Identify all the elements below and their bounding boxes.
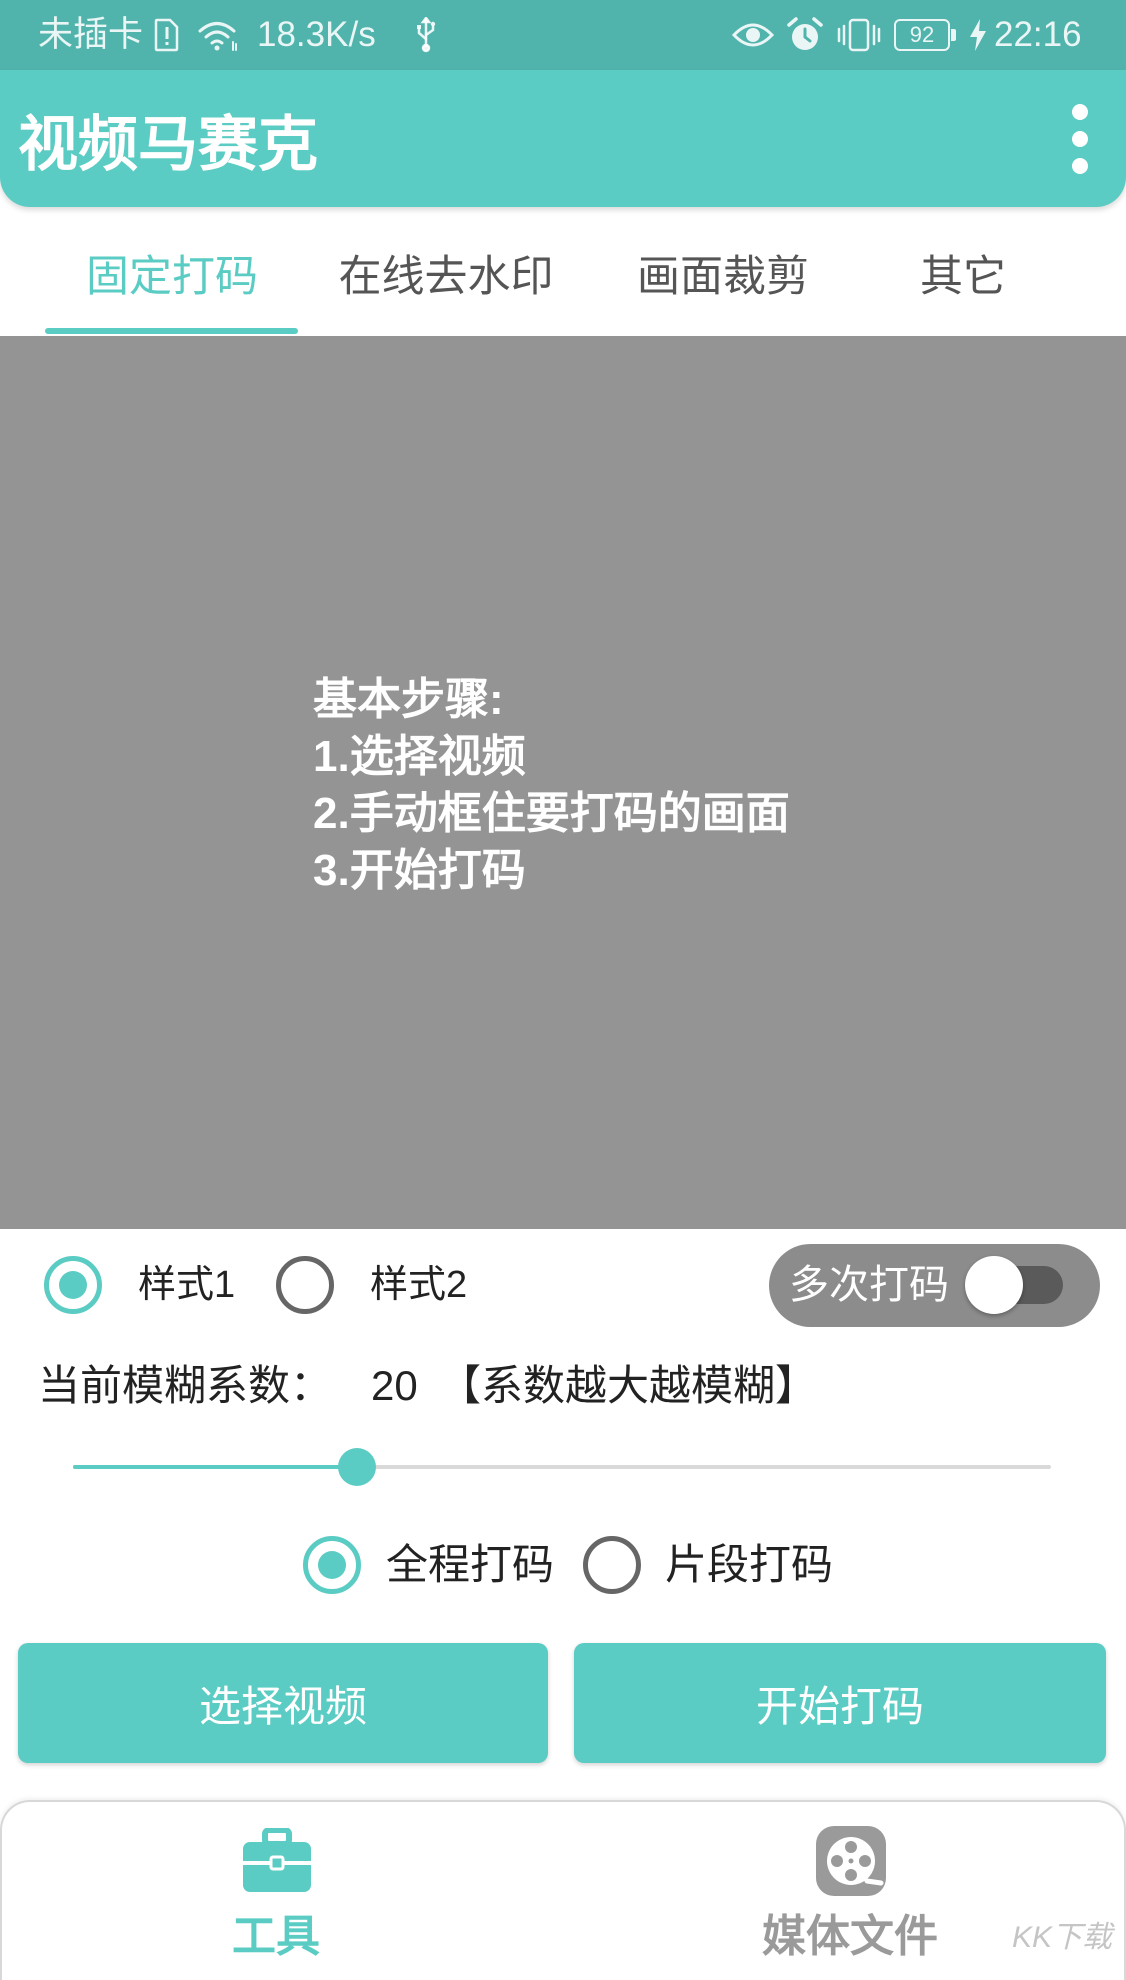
style-2-radio[interactable] (276, 1256, 334, 1314)
instruction-step: 1.选择视频 (313, 732, 526, 781)
instructions: 基本步骤: 1.选择视频 2.手动框住要打码的画面 3.开始打码 (313, 671, 790, 899)
video-preview-area[interactable]: 基本步骤: 1.选择视频 2.手动框住要打码的画面 3.开始打码 (0, 336, 1126, 1229)
select-video-button[interactable]: 选择视频 (18, 1643, 548, 1763)
style-2-label: 样式2 (370, 1264, 468, 1306)
instruction-step: 3.开始打码 (313, 846, 526, 895)
status-bar: 未插卡 18.3K/s 92 22:16 (0, 0, 1126, 70)
segment-label: 片段打码 (665, 1541, 834, 1588)
tab-indicator (45, 328, 298, 334)
blur-coefficient-value: 20 (371, 1362, 418, 1409)
tab-online-watermark-removal[interactable]: 在线去水印 (316, 207, 576, 339)
blur-coefficient-label: 当前模糊系数： (38, 1362, 333, 1409)
blur-slider[interactable] (73, 1445, 1051, 1489)
battery-level: 92 (894, 19, 950, 51)
vibrate-icon (836, 0, 882, 70)
blur-coefficient-hint: 【系数越大越模糊】 (439, 1362, 818, 1409)
clock-text: 22:16 (994, 15, 1082, 54)
start-mosaic-button[interactable]: 开始打码 (574, 1643, 1106, 1763)
wifi-icon (196, 0, 240, 70)
style-1-label: 样式1 (138, 1264, 236, 1306)
charging-icon (968, 0, 988, 70)
slider-fill (73, 1465, 357, 1469)
multi-mosaic-toggle[interactable]: 多次打码 (769, 1244, 1100, 1327)
usb-icon (414, 0, 438, 70)
app-bar: 视频马赛克 (0, 70, 1126, 207)
sim-card-icon (154, 0, 180, 70)
nav-item-tools[interactable]: 工具 (146, 1802, 406, 1968)
film-reel-icon (815, 1824, 887, 1898)
tab-fixed-mosaic[interactable]: 固定打码 (42, 207, 302, 339)
style-1-radio[interactable] (44, 1256, 102, 1314)
app-title: 视频马赛克 (18, 111, 318, 178)
tab-other[interactable]: 其它 (833, 207, 1093, 339)
network-speed-text: 18.3K/s (257, 15, 376, 54)
carrier-text: 未插卡 (38, 15, 144, 54)
nav-label-tools: 工具 (232, 1912, 320, 1961)
switch-thumb[interactable] (965, 1256, 1023, 1314)
bottom-navigation: 工具 媒体文件 (0, 1800, 1126, 1980)
nav-label-media-files: 媒体文件 (762, 1912, 938, 1961)
eye-icon (732, 0, 774, 70)
alarm-icon (786, 0, 824, 70)
slider-thumb[interactable] (338, 1448, 376, 1486)
watermark: KK下载 (1012, 1921, 1113, 1954)
instructions-title: 基本步骤: (313, 675, 504, 724)
more-vert-icon[interactable] (1060, 102, 1100, 178)
multi-mosaic-label: 多次打码 (789, 1263, 949, 1307)
full-video-radio[interactable] (303, 1536, 361, 1594)
segment-radio[interactable] (583, 1536, 641, 1594)
battery-icon: 92 (894, 0, 956, 70)
instruction-step: 2.手动框住要打码的画面 (313, 789, 790, 838)
full-video-label: 全程打码 (386, 1541, 555, 1588)
briefcase-icon (241, 1824, 313, 1898)
tab-crop[interactable]: 画面裁剪 (593, 207, 853, 339)
nav-item-media-files[interactable]: 媒体文件 (720, 1802, 980, 1968)
